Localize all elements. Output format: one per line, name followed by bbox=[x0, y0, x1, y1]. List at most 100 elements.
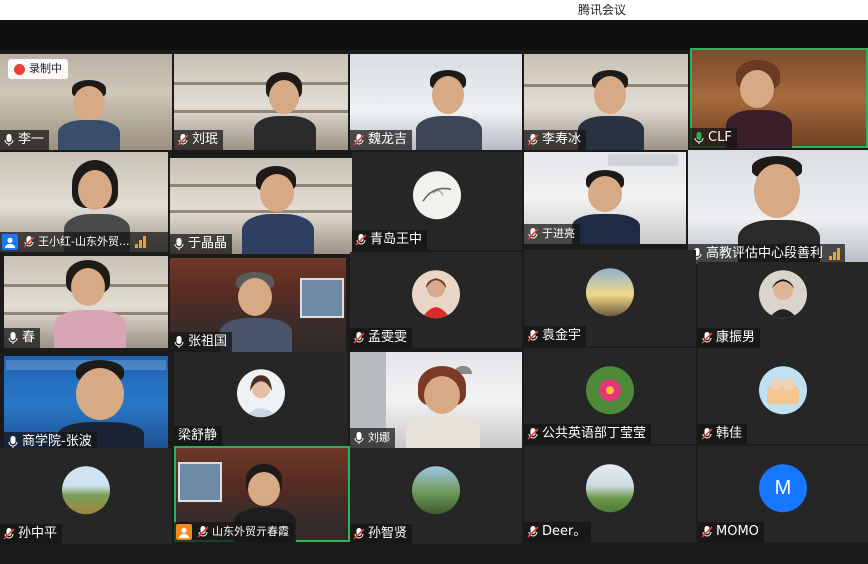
participant-label: 山东外贸亓春霞 bbox=[174, 522, 294, 542]
participant-name: 刘娜 bbox=[368, 431, 390, 444]
participant-video bbox=[416, 70, 482, 150]
participant-video bbox=[578, 70, 644, 150]
video-tile-于进亮[interactable]: 于进亮 bbox=[524, 152, 686, 244]
video-tile-李一[interactable]: 录制中 李一 bbox=[0, 54, 172, 150]
participant-name: 王小红-山东外贸... bbox=[38, 235, 130, 248]
video-tile-魏龙吉[interactable]: 魏龙吉 bbox=[350, 54, 522, 150]
avatar bbox=[62, 466, 110, 515]
participant-name: 袁金宇 bbox=[542, 328, 582, 343]
participant-name: Deer。 bbox=[542, 524, 587, 539]
participant-video bbox=[572, 170, 640, 244]
user-icon bbox=[176, 524, 192, 540]
avatar-tile-Deer[interactable]: Deer。 bbox=[524, 446, 696, 542]
participant-name: 于晶晶 bbox=[188, 236, 228, 251]
video-tile-刘珉[interactable]: 刘珉 bbox=[174, 54, 348, 150]
video-tile-段善利[interactable]: 高教评估中心段善利 bbox=[688, 150, 868, 264]
participant-name: 梁舒静 bbox=[178, 428, 218, 443]
avatar-tile-袁金宇[interactable]: 袁金宇 bbox=[524, 250, 696, 346]
video-tile-王小红[interactable]: 王小红-山东外贸... bbox=[0, 152, 168, 252]
participant-label: 于进亮 bbox=[524, 224, 580, 244]
participant-name: 韩佳 bbox=[716, 426, 743, 441]
mic-muted-icon bbox=[526, 329, 540, 343]
participant-label: 魏龙吉 bbox=[350, 130, 413, 150]
participant-label: 孙智贤 bbox=[350, 524, 413, 544]
avatar-tile-梁舒静[interactable]: 梁舒静 bbox=[174, 352, 348, 446]
mic-muted-icon bbox=[354, 233, 368, 247]
mic-on-icon bbox=[2, 133, 16, 147]
mic-muted-icon bbox=[700, 331, 714, 345]
participant-label: 孟雯雯 bbox=[350, 328, 413, 348]
recording-label: 录制中 bbox=[29, 62, 62, 75]
participant-name: 高教评估中心段善利 bbox=[706, 246, 824, 261]
video-tile-张祖国[interactable]: 张祖国 bbox=[170, 258, 346, 352]
avatar bbox=[237, 369, 285, 418]
video-tile-张波[interactable]: 商学院-张波 bbox=[4, 356, 168, 452]
avatar-tile-康振男[interactable]: 康振男 bbox=[698, 262, 868, 348]
avatar-tile-丁莹莹[interactable]: 公共英语部丁莹莹 bbox=[524, 348, 696, 444]
mic-on-icon bbox=[352, 431, 366, 445]
avatar-letter: M bbox=[774, 476, 792, 499]
mic-muted-icon bbox=[196, 525, 210, 539]
participant-label: 梁舒静 bbox=[174, 426, 223, 446]
participant-label: 张祖国 bbox=[170, 332, 233, 352]
avatar-tile-MOMO[interactable]: M MOMO bbox=[698, 446, 868, 542]
mic-muted-icon bbox=[700, 427, 714, 441]
avatar bbox=[586, 268, 634, 317]
mic-muted-icon bbox=[352, 331, 366, 345]
participant-video bbox=[406, 366, 480, 448]
mic-muted-icon bbox=[176, 133, 190, 147]
participant-name: 康振男 bbox=[716, 330, 756, 345]
top-band bbox=[0, 20, 868, 50]
avatar-tile-孙中平[interactable]: 孙中平 bbox=[0, 448, 172, 544]
participant-name: 孙智贤 bbox=[368, 526, 408, 541]
avatar bbox=[759, 366, 807, 415]
participant-video bbox=[58, 80, 120, 150]
participant-name: 公共英语部丁莹莹 bbox=[542, 426, 647, 441]
user-icon bbox=[2, 234, 18, 250]
participant-label: 高教评估中心段善利 bbox=[688, 244, 846, 264]
mic-on-icon bbox=[6, 331, 20, 345]
video-tile-春[interactable]: 春 bbox=[4, 256, 168, 348]
participant-label: 于晶晶 bbox=[170, 234, 233, 254]
avatar-tile-韩佳[interactable]: 韩佳 bbox=[698, 348, 868, 444]
avatar-tile-孟雯雯[interactable]: 孟雯雯 bbox=[350, 252, 522, 348]
participant-label: 公共英语部丁莹莹 bbox=[524, 424, 652, 444]
video-tile-刘娜[interactable]: 刘娜 bbox=[350, 352, 522, 448]
record-icon bbox=[14, 63, 25, 75]
mic-muted-icon bbox=[352, 527, 366, 541]
participant-label: CLF bbox=[690, 128, 737, 148]
avatar bbox=[413, 171, 461, 220]
participant-label: 青岛王中 bbox=[352, 230, 428, 250]
mic-muted-icon bbox=[352, 133, 366, 147]
participant-label: 春 bbox=[4, 328, 41, 348]
participant-name: 李寿冰 bbox=[542, 132, 582, 147]
mic-muted-icon bbox=[526, 525, 540, 539]
window-title: 腾讯会议 bbox=[578, 3, 627, 17]
participant-name: 孙中平 bbox=[18, 526, 58, 541]
participant-name: 孟雯雯 bbox=[368, 330, 408, 345]
recording-indicator[interactable]: 录制中 bbox=[8, 59, 68, 79]
signal-icon bbox=[135, 236, 147, 248]
participant-name: 春 bbox=[22, 330, 36, 345]
participant-video bbox=[242, 166, 314, 254]
participant-name: 于进亮 bbox=[542, 227, 575, 240]
mic-muted-icon bbox=[526, 133, 540, 147]
participant-name: 刘珉 bbox=[192, 132, 219, 147]
participant-label: 刘娜 bbox=[350, 428, 395, 448]
mic-muted-icon bbox=[2, 527, 16, 541]
mic-muted-icon bbox=[526, 427, 540, 441]
avatar: M bbox=[759, 464, 807, 513]
avatar-tile-孙智贤[interactable]: 孙智贤 bbox=[350, 448, 522, 544]
video-tile-亓春霞[interactable]: 山东外贸亓春霞 bbox=[174, 446, 350, 542]
participant-name: 张祖国 bbox=[188, 334, 228, 349]
mic-muted-icon bbox=[526, 227, 540, 241]
avatar-tile-青岛王中[interactable]: 青岛王中 bbox=[352, 152, 522, 250]
participant-name: CLF bbox=[708, 130, 732, 145]
video-tile-李寿冰[interactable]: 李寿冰 bbox=[524, 54, 688, 150]
mic-on-icon bbox=[172, 237, 186, 251]
participant-name: 魏龙吉 bbox=[368, 132, 408, 147]
video-tile-CLF[interactable]: CLF bbox=[690, 48, 868, 148]
video-tile-于晶晶[interactable]: 于晶晶 bbox=[170, 158, 352, 254]
participant-label: 刘珉 bbox=[174, 130, 224, 150]
mic-on-icon bbox=[692, 131, 706, 145]
